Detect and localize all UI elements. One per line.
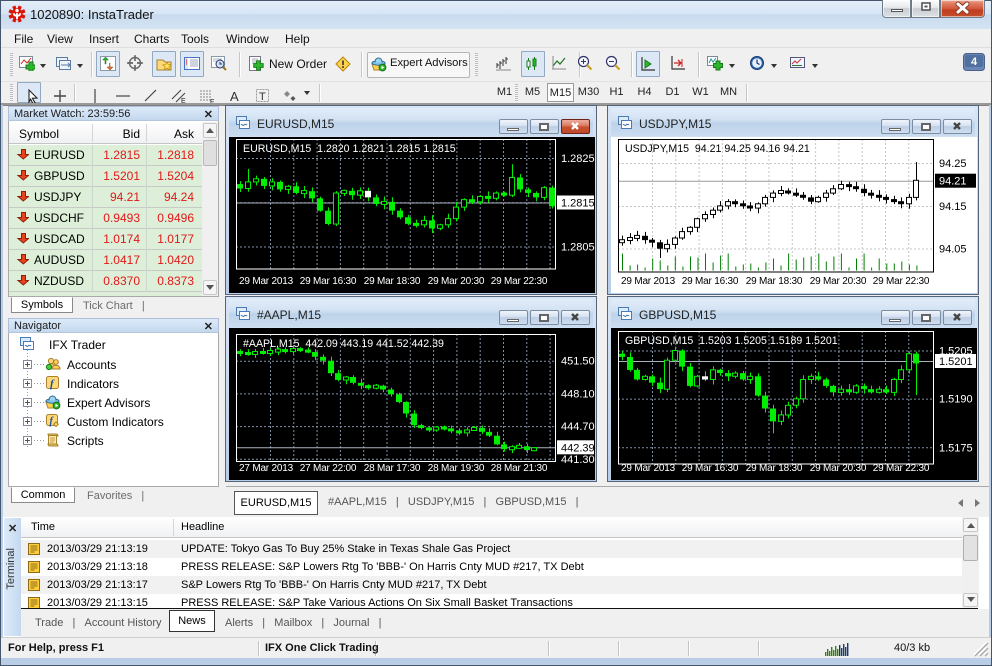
svg-text:28 Mar 19:30: 28 Mar 19:30 [428, 463, 485, 474]
svg-text:#AAPL,M15 442.09 443.19 441.5: #AAPL,M15 442.09 443.19 441.52 442.39 [243, 338, 444, 350]
svg-text:29 Mar 22:30: 29 Mar 22:30 [873, 276, 930, 287]
svg-text:29 Mar 18:30: 29 Mar 18:30 [746, 463, 803, 474]
svg-text:94.25: 94.25 [939, 158, 967, 170]
svg-text:T: T [259, 91, 266, 103]
svg-text:442.39: 442.39 [561, 442, 595, 454]
svg-text:1.5175: 1.5175 [939, 442, 973, 454]
svg-text:444.70: 444.70 [561, 421, 595, 433]
svg-text:29 Mar 2013: 29 Mar 2013 [239, 276, 294, 287]
svg-text:1.2805: 1.2805 [561, 242, 595, 254]
svg-text:27 Mar 2013: 27 Mar 2013 [239, 463, 294, 474]
svg-text:29 Mar 22:30: 29 Mar 22:30 [491, 276, 548, 287]
svg-text:29 Mar 2013: 29 Mar 2013 [621, 463, 676, 474]
svg-text:29 Mar 18:30: 29 Mar 18:30 [746, 276, 803, 287]
svg-text:94.05: 94.05 [939, 244, 967, 256]
svg-text:29 Mar 20:30: 29 Mar 20:30 [810, 276, 867, 287]
svg-text:1.2825: 1.2825 [561, 153, 595, 165]
svg-text:1.2815: 1.2815 [561, 198, 595, 210]
svg-text:29 Mar 20:30: 29 Mar 20:30 [428, 276, 485, 287]
svg-text:29 Mar 16:30: 29 Mar 16:30 [682, 276, 739, 287]
svg-text:441.30: 441.30 [561, 454, 595, 466]
svg-text:USDJPY,M15 94.21 94.25 94.16: USDJPY,M15 94.21 94.25 94.16 94.21 [625, 143, 810, 155]
svg-text:1.5190: 1.5190 [939, 394, 973, 406]
svg-text:4: 4 [971, 56, 978, 68]
svg-text:29 Mar 18:30: 29 Mar 18:30 [364, 276, 421, 287]
svg-text:1.5201: 1.5201 [939, 356, 973, 368]
svg-text:29 Mar 22:30: 29 Mar 22:30 [873, 463, 930, 474]
svg-text:29 Mar 2013: 29 Mar 2013 [621, 276, 676, 287]
svg-text:28 Mar 21:30: 28 Mar 21:30 [491, 463, 548, 474]
svg-text:94.15: 94.15 [939, 201, 967, 213]
svg-text:448.10: 448.10 [561, 388, 595, 400]
svg-text:EURUSD,M15 1.2820 1.2821 1.28: EURUSD,M15 1.2820 1.2821 1.2815 1.2815 [243, 143, 456, 155]
svg-text:28 Mar 17:30: 28 Mar 17:30 [364, 463, 421, 474]
svg-text:29 Mar 20:30: 29 Mar 20:30 [810, 463, 867, 474]
svg-text:451.50: 451.50 [561, 356, 595, 368]
svg-text:GBPUSD,M15 1.5203 1.5205 1.51: GBPUSD,M15 1.5203 1.5205 1.5189 1.5201 [625, 335, 838, 347]
svg-text:94.21: 94.21 [939, 176, 967, 188]
svg-text:29 Mar 16:30: 29 Mar 16:30 [682, 463, 739, 474]
svg-text:A: A [230, 89, 239, 104]
svg-text:27 Mar 22:00: 27 Mar 22:00 [300, 463, 357, 474]
svg-text:29 Mar 16:30: 29 Mar 16:30 [300, 276, 357, 287]
